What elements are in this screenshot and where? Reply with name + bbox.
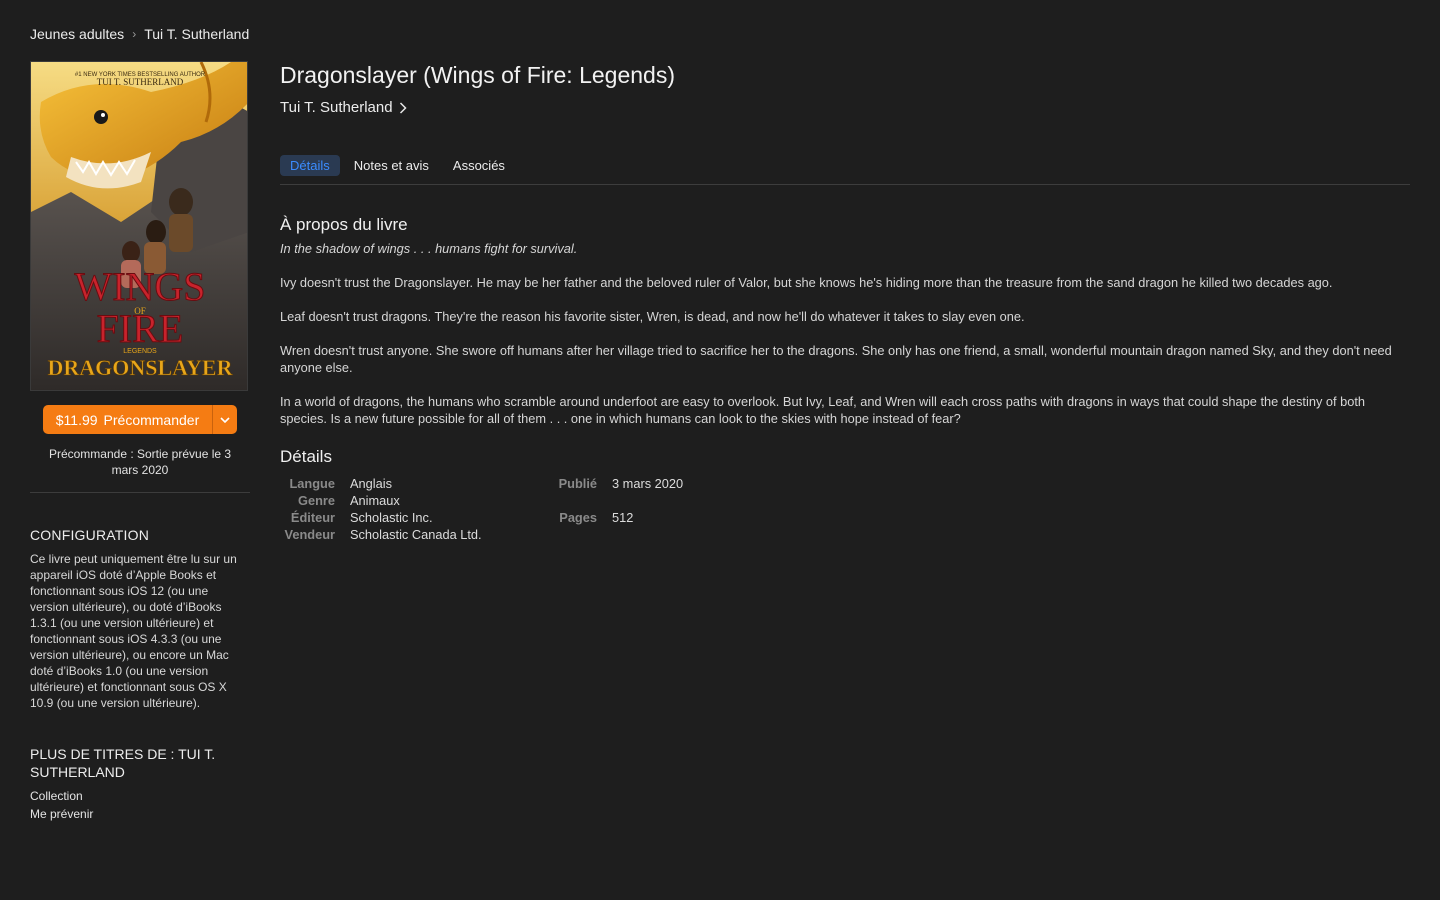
- cover-title: DRAGONSLAYER: [47, 355, 233, 380]
- preorder-note: Précommande : Sortie prévue le 3 mars 20…: [48, 447, 232, 477]
- details-heading: Détails: [280, 447, 332, 466]
- detail-value-language: Anglais: [350, 476, 392, 491]
- breadcrumb-author[interactable]: Tui T. Sutherland: [144, 26, 249, 42]
- description-paragraph: Wren doesn't trust anyone. She swore off…: [280, 343, 1392, 375]
- preorder-label: Précommander: [103, 411, 200, 428]
- main-content: Dragonslayer (Wings of Fire: Legends) Tu…: [280, 62, 1410, 543]
- preorder-button[interactable]: $11.99 Précommander: [43, 405, 212, 434]
- tab-details[interactable]: Détails: [280, 155, 340, 176]
- book-cover-art: #1 NEW YORK TIMES BESTSELLING AUTHOR TUI…: [31, 62, 247, 390]
- cover-series-line1: WINGS: [74, 264, 205, 309]
- breadcrumb-category[interactable]: Jeunes adultes: [30, 26, 124, 42]
- notify-me-link[interactable]: Me prévenir: [30, 805, 250, 823]
- detail-label-published: Publié: [558, 476, 597, 491]
- detail-label-publisher: Éditeur: [290, 510, 335, 525]
- chevron-right-icon: [399, 101, 407, 114]
- details-table: Langue Anglais Genre Animaux Éditeur Sch…: [280, 475, 1410, 543]
- detail-value-genre: Animaux: [350, 493, 400, 508]
- sidebar: #1 NEW YORK TIMES BESTSELLING AUTHOR TUI…: [30, 61, 250, 823]
- cover-subseries: LEGENDS: [123, 348, 157, 355]
- book-description: In the shadow of wings . . . humans figh…: [280, 240, 1410, 427]
- description-paragraph: Leaf doesn't trust dragons. They're the …: [280, 309, 1025, 324]
- description-paragraph: In a world of dragons, the humans who sc…: [280, 394, 1366, 426]
- detail-label-language: Langue: [289, 476, 335, 491]
- price-label: $11.99: [55, 411, 98, 428]
- detail-value-publisher: Scholastic Inc.: [350, 510, 433, 525]
- description-paragraph: Ivy doesn't trust the Dragonslayer. He m…: [280, 275, 1333, 290]
- detail-label-seller: Vendeur: [284, 527, 336, 542]
- more-titles-heading: PLUS DE TITRES DE : TUI T. SUTHERLAND: [30, 746, 216, 780]
- details-column-left: Langue Anglais Genre Animaux Éditeur Sch…: [280, 475, 542, 543]
- more-titles-links: Collection Me prévenir: [30, 787, 250, 823]
- tab-bar: Détails Notes et avis Associés: [280, 155, 1410, 185]
- details-column-right: Publié 3 mars 2020 Pages 512: [542, 475, 684, 543]
- book-title: Dragonslayer (Wings of Fire: Legends): [280, 62, 675, 88]
- about-heading: À propos du livre: [280, 215, 408, 234]
- book-cover: #1 NEW YORK TIMES BESTSELLING AUTHOR TUI…: [30, 61, 248, 391]
- purchase-control: $11.99 Précommander: [43, 405, 237, 434]
- sidebar-divider: [30, 492, 250, 493]
- detail-value-pages: 512: [612, 510, 634, 525]
- config-heading: CONFIGURATION: [30, 527, 150, 543]
- detail-value-seller: Scholastic Canada Ltd.: [350, 527, 482, 542]
- detail-value-published: 3 mars 2020: [612, 476, 684, 491]
- purchase-options-button[interactable]: [212, 405, 237, 434]
- cover-series-line2: FIRE: [97, 306, 184, 351]
- author-name: Tui T. Sutherland: [280, 99, 393, 116]
- description-lead: In the shadow of wings . . . humans figh…: [280, 241, 578, 256]
- tab-related[interactable]: Associés: [443, 155, 515, 176]
- chevron-down-icon: [220, 416, 230, 423]
- breadcrumb: Jeunes adultes › Tui T. Sutherland: [30, 26, 249, 42]
- config-text: Ce livre peut uniquement être lu sur un …: [30, 552, 237, 710]
- author-link[interactable]: Tui T. Sutherland: [280, 99, 407, 116]
- tab-ratings-reviews[interactable]: Notes et avis: [344, 155, 439, 176]
- detail-label-pages: Pages: [559, 510, 597, 525]
- detail-label-genre: Genre: [298, 493, 335, 508]
- collection-link[interactable]: Collection: [30, 787, 250, 805]
- chevron-right-icon: ›: [132, 27, 137, 41]
- cover-author: TUI T. SUTHERLAND: [97, 77, 184, 87]
